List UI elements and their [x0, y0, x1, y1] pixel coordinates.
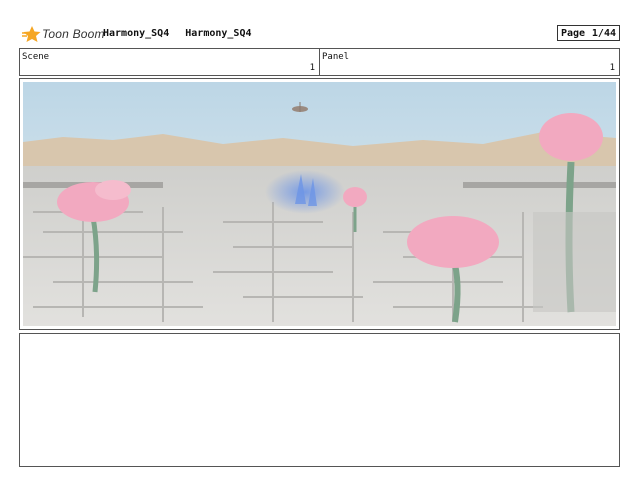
project-name: Harmony_SQ4: [103, 28, 170, 39]
panel-info-bar: Scene 1 Panel 1: [19, 48, 620, 76]
title-bar: Harmony_SQ4 Harmony_SQ4: [103, 28, 262, 39]
star-logo-icon: [22, 26, 41, 42]
panel-cell: Panel 1: [319, 49, 619, 75]
portal-glow: [265, 170, 345, 214]
sequence-name: Harmony_SQ4: [185, 28, 252, 39]
panel-image-frame: [19, 78, 620, 330]
panel-notes-area: [19, 333, 620, 467]
scene-cell: Scene 1: [20, 49, 319, 75]
page-indicator: Page 1/44: [557, 25, 620, 41]
panel-value: 1: [609, 63, 615, 73]
panel-artwork: [23, 82, 616, 326]
panel-label: Panel: [322, 52, 350, 62]
page-number: 1/44: [591, 28, 616, 39]
page-label: Page: [561, 28, 586, 39]
brand-name: Toon Boom: [42, 27, 105, 41]
scene-label: Scene: [22, 52, 50, 62]
scene-value: 1: [309, 63, 315, 73]
